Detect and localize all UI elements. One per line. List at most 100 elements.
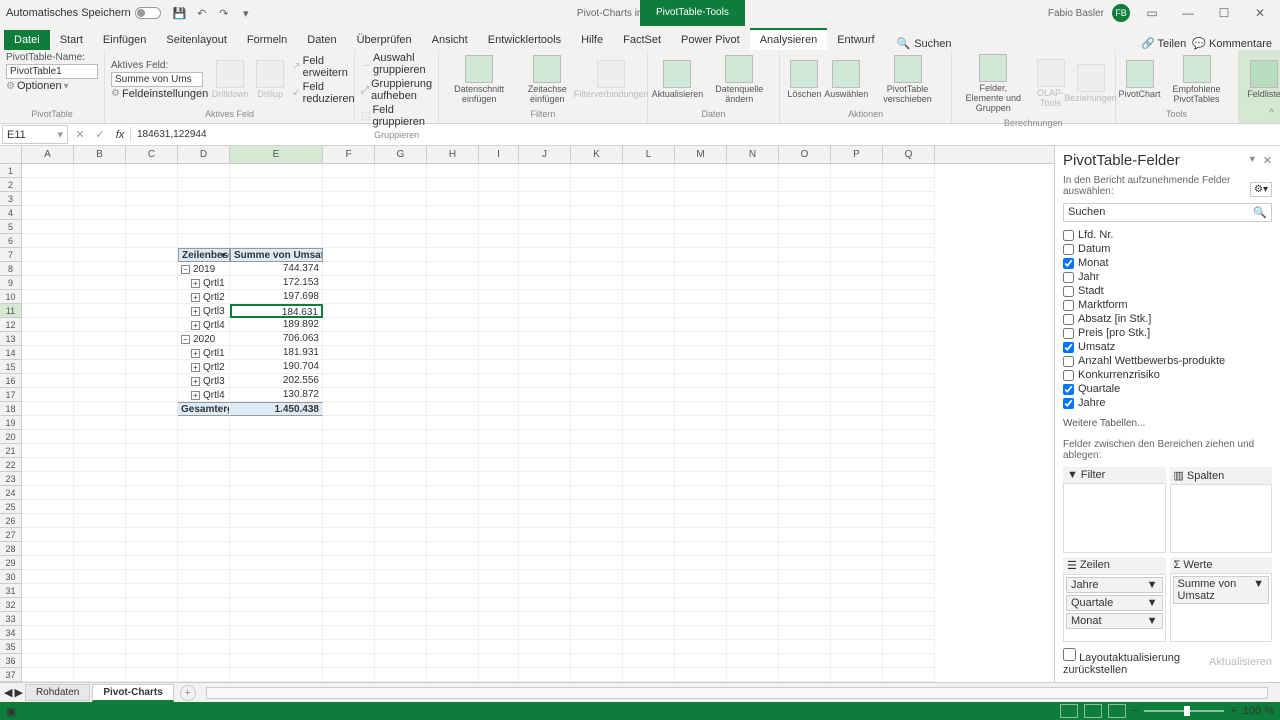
- cell[interactable]: [571, 402, 623, 416]
- qat-dropdown-icon[interactable]: ▾: [239, 6, 253, 20]
- cell[interactable]: [375, 234, 427, 248]
- col-header-A[interactable]: A: [22, 146, 74, 163]
- fieldlist-button[interactable]: Feldliste: [1245, 58, 1280, 102]
- cell[interactable]: [675, 164, 727, 178]
- cell[interactable]: [675, 584, 727, 598]
- cell[interactable]: [479, 514, 519, 528]
- cell[interactable]: [779, 514, 831, 528]
- cell[interactable]: [22, 360, 74, 374]
- cell[interactable]: [883, 500, 935, 514]
- cell[interactable]: [375, 640, 427, 654]
- expand-icon[interactable]: +: [191, 307, 200, 316]
- cell[interactable]: [571, 220, 623, 234]
- cell[interactable]: [479, 528, 519, 542]
- row-header[interactable]: 37: [0, 668, 22, 682]
- field-checkbox[interactable]: [1063, 258, 1074, 269]
- cell[interactable]: [571, 234, 623, 248]
- cell[interactable]: [323, 402, 375, 416]
- cell[interactable]: [427, 192, 479, 206]
- cell[interactable]: [883, 514, 935, 528]
- cell[interactable]: [479, 388, 519, 402]
- expand-icon[interactable]: −: [181, 335, 190, 344]
- cell[interactable]: [126, 598, 178, 612]
- cell[interactable]: 202.556: [230, 374, 323, 388]
- cell[interactable]: [675, 458, 727, 472]
- cell[interactable]: [126, 332, 178, 346]
- cell[interactable]: [883, 640, 935, 654]
- cell[interactable]: [831, 206, 883, 220]
- cell[interactable]: [831, 486, 883, 500]
- cell[interactable]: [623, 668, 675, 682]
- tab-analyze[interactable]: Analysieren: [750, 28, 827, 50]
- col-header-F[interactable]: F: [323, 146, 375, 163]
- tab-pagelayout[interactable]: Seitenlayout: [156, 30, 237, 50]
- cell[interactable]: [571, 556, 623, 570]
- cell[interactable]: [427, 220, 479, 234]
- cell[interactable]: [375, 626, 427, 640]
- cell[interactable]: [323, 164, 375, 178]
- cell[interactable]: 706.063: [230, 332, 323, 346]
- drop-item[interactable]: Jahre▼: [1066, 577, 1163, 593]
- cell[interactable]: [571, 458, 623, 472]
- cell[interactable]: [427, 542, 479, 556]
- macro-record-icon[interactable]: ▣: [6, 705, 16, 718]
- cell[interactable]: [623, 570, 675, 584]
- field-item[interactable]: Preis [pro Stk.]: [1063, 326, 1272, 340]
- cell[interactable]: [427, 500, 479, 514]
- cell[interactable]: [427, 486, 479, 500]
- cell[interactable]: [230, 486, 323, 500]
- cell[interactable]: [623, 402, 675, 416]
- col-header-N[interactable]: N: [727, 146, 779, 163]
- cell[interactable]: [126, 262, 178, 276]
- col-header-M[interactable]: M: [675, 146, 727, 163]
- cell[interactable]: [427, 444, 479, 458]
- zoom-slider[interactable]: [1144, 710, 1224, 712]
- cell[interactable]: [178, 458, 230, 472]
- cell[interactable]: [323, 192, 375, 206]
- cell[interactable]: [427, 654, 479, 668]
- cell[interactable]: [74, 668, 126, 682]
- cell[interactable]: [519, 514, 571, 528]
- spreadsheet-grid[interactable]: ABCDEFGHIJKLMNOPQ 1234567Zeilenbeschrift…: [0, 146, 1054, 682]
- cell[interactable]: [831, 626, 883, 640]
- accept-formula-icon[interactable]: ✓: [90, 128, 110, 141]
- cell[interactable]: [779, 416, 831, 430]
- zoom-out-icon[interactable]: −: [1132, 705, 1138, 717]
- cell[interactable]: [479, 262, 519, 276]
- normal-view-icon[interactable]: [1060, 704, 1078, 718]
- cell[interactable]: [623, 458, 675, 472]
- cell[interactable]: [22, 332, 74, 346]
- cell[interactable]: [623, 626, 675, 640]
- cell[interactable]: Summe von Umsatz: [230, 248, 323, 262]
- cell[interactable]: [571, 248, 623, 262]
- cell[interactable]: [22, 542, 74, 556]
- cell[interactable]: [427, 416, 479, 430]
- row-header[interactable]: 12: [0, 318, 22, 332]
- cell[interactable]: [427, 318, 479, 332]
- cell[interactable]: [126, 430, 178, 444]
- cell[interactable]: [22, 318, 74, 332]
- cell[interactable]: [519, 164, 571, 178]
- cell[interactable]: [74, 626, 126, 640]
- clear-button[interactable]: Löschen: [786, 58, 822, 102]
- cell[interactable]: [323, 430, 375, 444]
- cell[interactable]: [779, 262, 831, 276]
- cell[interactable]: [178, 640, 230, 654]
- cell[interactable]: [427, 458, 479, 472]
- cell[interactable]: [178, 612, 230, 626]
- cell[interactable]: [779, 206, 831, 220]
- cell[interactable]: [779, 500, 831, 514]
- name-box[interactable]: E11▾: [2, 125, 68, 144]
- cell[interactable]: [571, 346, 623, 360]
- cell[interactable]: [479, 444, 519, 458]
- cell[interactable]: [675, 290, 727, 304]
- slicer-button[interactable]: Datenschnitt einfügen: [445, 53, 513, 107]
- cell[interactable]: [375, 458, 427, 472]
- cell[interactable]: [178, 206, 230, 220]
- cell[interactable]: [571, 612, 623, 626]
- cell[interactable]: [479, 402, 519, 416]
- cell[interactable]: [519, 486, 571, 500]
- tab-design[interactable]: Entwurf: [827, 30, 884, 50]
- row-header[interactable]: 3: [0, 192, 22, 206]
- cell[interactable]: [831, 360, 883, 374]
